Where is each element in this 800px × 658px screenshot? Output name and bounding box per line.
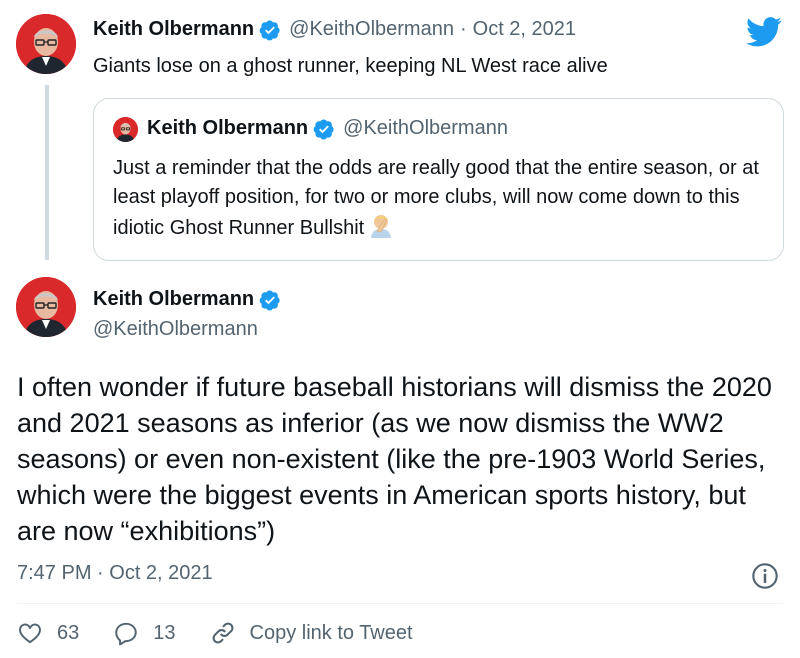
copy-link-button[interactable]: Copy link to Tweet xyxy=(210,620,413,646)
verified-badge-icon xyxy=(259,19,280,40)
quoted-header: Keith Olbermann @KeithOlbermann xyxy=(147,117,508,140)
reply-icon xyxy=(115,622,137,646)
quoted-author-handle: @KeithOlbermann xyxy=(343,117,508,139)
reply-button[interactable]: 13 xyxy=(113,620,176,646)
tweet-date[interactable]: Oct 2, 2021 xyxy=(473,18,576,41)
verified-badge-icon xyxy=(313,118,334,139)
twitter-bird-icon[interactable] xyxy=(746,17,782,47)
link-icon xyxy=(212,622,233,644)
action-bar: 63 13 Copy link to Tweet xyxy=(17,620,413,646)
facepalm-emoji-icon xyxy=(371,215,392,238)
avatar[interactable] xyxy=(16,14,76,74)
tweet2-header: Keith Olbermann xyxy=(93,288,281,311)
separator-dot: · xyxy=(459,18,467,40)
tweet-timestamp[interactable]: 7:47 PM · Oct 2, 2021 xyxy=(17,562,213,585)
author-name[interactable]: Keith Olbermann xyxy=(93,288,254,311)
info-icon[interactable] xyxy=(751,562,779,590)
divider xyxy=(17,603,783,604)
avatar-image xyxy=(16,277,76,337)
quoted-tweet-text: Just a reminder that the odds are really… xyxy=(113,157,759,239)
like-count: 63 xyxy=(57,621,80,644)
avatar[interactable] xyxy=(16,277,76,337)
like-button[interactable]: 63 xyxy=(17,620,79,646)
quoted-tweet-card[interactable]: Keith Olbermann @KeithOlbermann Just a r… xyxy=(93,98,784,261)
author-name[interactable]: Keith Olbermann xyxy=(93,18,254,41)
avatar-image xyxy=(16,14,76,74)
quoted-avatar xyxy=(113,117,138,142)
thread-connector xyxy=(45,85,49,260)
quoted-author-name: Keith Olbermann xyxy=(147,117,309,139)
quoted-tweet-text-block: Just a reminder that the odds are really… xyxy=(113,154,773,243)
tweet1-header: Keith Olbermann @KeithOlbermann · Oct 2,… xyxy=(93,18,576,41)
tweet1-text: Giants lose on a ghost runner, keeping N… xyxy=(93,55,608,77)
copy-link-label: Copy link to Tweet xyxy=(249,621,413,644)
avatar-image xyxy=(113,117,138,142)
tweet2-text: I often wonder if future baseball histor… xyxy=(17,372,772,546)
heart-icon xyxy=(19,623,41,644)
verified-badge-icon xyxy=(259,289,280,310)
reply-count: 13 xyxy=(153,621,176,644)
author-handle[interactable]: @KeithOlbermann xyxy=(93,318,258,341)
author-handle[interactable]: @KeithOlbermann xyxy=(289,18,454,41)
